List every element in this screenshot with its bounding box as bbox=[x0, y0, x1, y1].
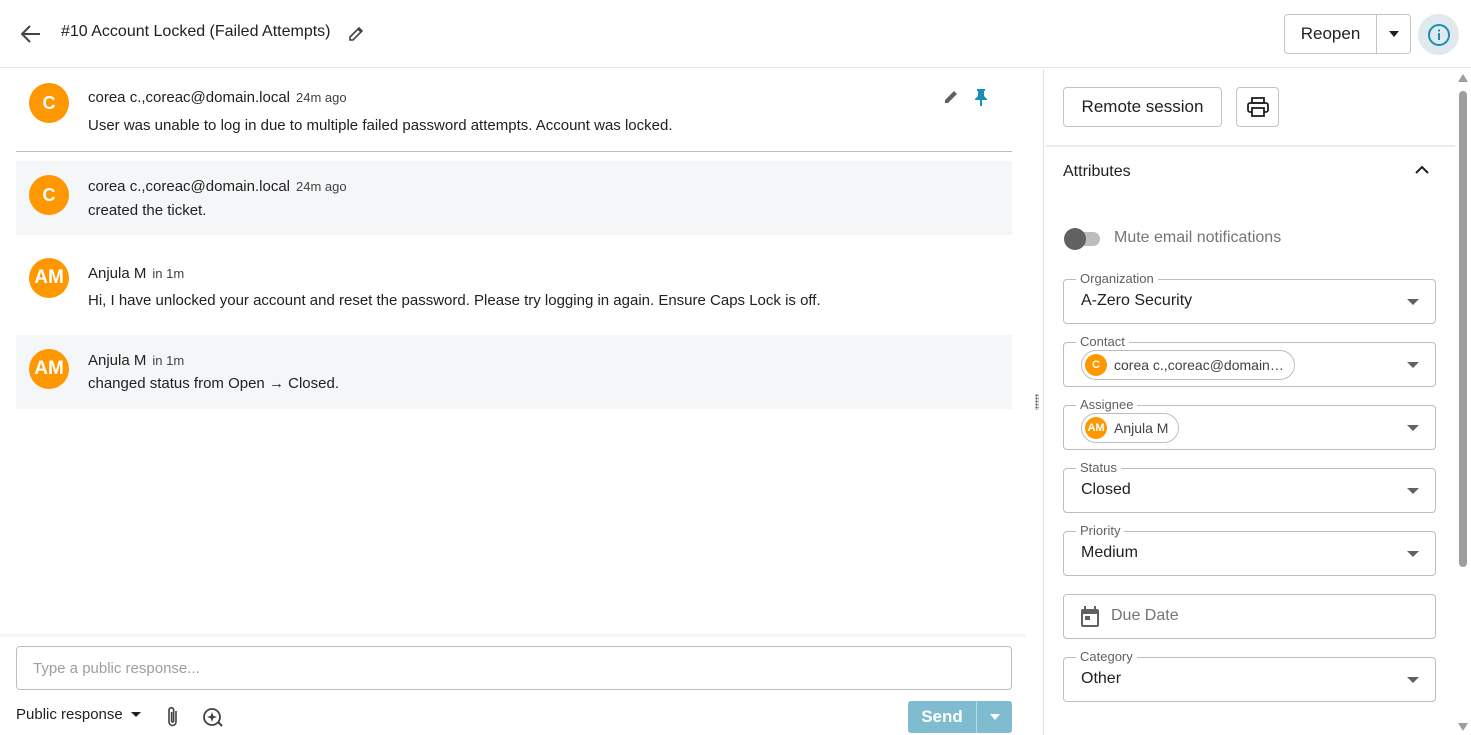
message-time: 24m ago bbox=[296, 90, 347, 105]
toggle-knob bbox=[1064, 228, 1086, 250]
due-date-placeholder: Due Date bbox=[1111, 607, 1179, 624]
author-name: corea c.,coreac@domain.local bbox=[88, 178, 290, 195]
edit-message-pencil-icon[interactable] bbox=[943, 89, 961, 107]
reply-input[interactable] bbox=[16, 646, 1012, 690]
avatar: AM bbox=[29, 349, 69, 389]
print-icon[interactable] bbox=[1236, 87, 1279, 127]
section-divider bbox=[1045, 145, 1455, 147]
scroll-down-arrow-icon[interactable] bbox=[1458, 723, 1468, 731]
mute-email-label: Mute email notifications bbox=[1114, 229, 1282, 246]
calendar-icon bbox=[1080, 606, 1100, 628]
attributes-title: Attributes bbox=[1063, 163, 1131, 180]
message-item: C corea c.,coreac@domain.local 24m ago Us… bbox=[16, 69, 1012, 151]
message-item: AM Anjula M in 1m changed status from Ope… bbox=[16, 335, 1012, 409]
reopen-menu-caret-icon[interactable] bbox=[1377, 15, 1410, 53]
field-label: Contact bbox=[1076, 334, 1129, 350]
status-select[interactable]: Status Closed bbox=[1063, 460, 1436, 513]
message-time: in 1m bbox=[152, 266, 185, 281]
send-button-group: Send bbox=[908, 701, 1012, 733]
author-name: Anjula M bbox=[88, 265, 147, 282]
ai-assist-icon[interactable] bbox=[202, 706, 224, 728]
field-value: A-Zero Security bbox=[1081, 292, 1193, 309]
contact-chip[interactable]: C corea c.,coreac@domain… bbox=[1081, 350, 1295, 380]
avatar: AM bbox=[1085, 417, 1107, 439]
chip-label: corea c.,coreac@domain… bbox=[1114, 357, 1284, 373]
response-type-dropdown[interactable]: Public response bbox=[16, 706, 141, 723]
chevron-down-icon bbox=[130, 712, 141, 717]
status-to: Closed bbox=[288, 375, 335, 392]
assignee-select[interactable]: Assignee AM Anjula M bbox=[1063, 397, 1436, 450]
message-author: Anjula M in 1m bbox=[88, 265, 184, 282]
message-body: User was unable to log in due to multipl… bbox=[88, 117, 673, 134]
avatar: C bbox=[29, 175, 69, 215]
due-date-field[interactable]: Due Date bbox=[1063, 594, 1436, 639]
dropdown-arrow-icon bbox=[1407, 488, 1419, 494]
field-label: Category bbox=[1076, 649, 1137, 665]
conversation-pane: C corea c.,coreac@domain.local 24m ago Us… bbox=[0, 69, 1030, 735]
chevron-up-icon[interactable] bbox=[1415, 162, 1435, 182]
ticket-header: #10 Account Locked (Failed Attempts) Reo… bbox=[0, 0, 1471, 68]
send-menu-caret-icon[interactable] bbox=[977, 701, 1012, 733]
reopen-button-group: Reopen bbox=[1284, 14, 1411, 54]
pane-splitter bbox=[1030, 69, 1044, 735]
contact-select[interactable]: Contact C corea c.,coreac@domain… bbox=[1063, 334, 1436, 387]
category-select[interactable]: Category Other bbox=[1063, 649, 1436, 702]
assignee-chip[interactable]: AM Anjula M bbox=[1081, 413, 1180, 443]
scroll-up-arrow-icon[interactable] bbox=[1458, 74, 1468, 82]
field-label: Organization bbox=[1076, 271, 1158, 287]
message-item: C corea c.,coreac@domain.local 24m ago cr… bbox=[16, 161, 1012, 235]
message-author: Anjula M in 1m bbox=[88, 352, 184, 369]
author-name: Anjula M bbox=[88, 352, 147, 369]
avatar: AM bbox=[29, 258, 69, 298]
status-from: Open bbox=[228, 375, 265, 392]
dropdown-arrow-icon bbox=[1407, 677, 1419, 683]
body-prefix: changed status from bbox=[88, 375, 229, 392]
details-pane: Remote session Attributes Mute email not… bbox=[1045, 69, 1471, 735]
back-arrow-icon[interactable] bbox=[18, 21, 44, 47]
send-button[interactable]: Send bbox=[908, 701, 977, 733]
edit-title-pencil-icon[interactable] bbox=[346, 24, 366, 44]
message-body: created the ticket. bbox=[88, 202, 207, 219]
dropdown-arrow-icon bbox=[1407, 425, 1419, 431]
field-value: Closed bbox=[1081, 481, 1131, 498]
remote-session-button[interactable]: Remote session bbox=[1063, 87, 1222, 127]
field-value: Medium bbox=[1081, 544, 1138, 561]
message-body: changed status from Open → Closed. bbox=[88, 375, 339, 392]
avatar: C bbox=[1085, 354, 1107, 376]
message-divider bbox=[16, 151, 1012, 152]
response-type-label: Public response bbox=[16, 706, 123, 723]
field-value: Other bbox=[1081, 670, 1122, 687]
message-time: 24m ago bbox=[296, 179, 347, 194]
scrollbar-thumb[interactable] bbox=[1459, 91, 1467, 567]
splitter-grip-handle[interactable] bbox=[1035, 394, 1039, 410]
dropdown-arrow-icon bbox=[1407, 362, 1419, 368]
priority-select[interactable]: Priority Medium bbox=[1063, 523, 1436, 576]
dropdown-arrow-icon bbox=[1407, 551, 1419, 557]
message-item: AM Anjula M in 1m Hi, I have unlocked you… bbox=[16, 249, 1012, 313]
chip-label: Anjula M bbox=[1114, 420, 1169, 436]
field-label: Priority bbox=[1076, 523, 1125, 539]
info-icon[interactable] bbox=[1418, 14, 1459, 55]
reopen-button[interactable]: Reopen bbox=[1285, 15, 1377, 53]
message-body: Hi, I have unlocked your account and res… bbox=[88, 292, 821, 309]
composer-divider bbox=[0, 634, 1026, 638]
author-name: corea c.,coreac@domain.local bbox=[88, 89, 290, 106]
message-time: in 1m bbox=[152, 353, 185, 368]
mute-email-toggle[interactable] bbox=[1064, 228, 1108, 250]
avatar: C bbox=[29, 83, 69, 123]
message-author: corea c.,coreac@domain.local 24m ago bbox=[88, 89, 347, 106]
organization-select[interactable]: Organization A-Zero Security bbox=[1063, 271, 1436, 324]
details-scrollbar[interactable] bbox=[1456, 69, 1471, 735]
body-suffix: . bbox=[334, 375, 339, 392]
ticket-title: #10 Account Locked (Failed Attempts) bbox=[61, 23, 331, 40]
field-label: Assignee bbox=[1076, 397, 1138, 413]
pin-icon[interactable] bbox=[974, 88, 992, 108]
field-label: Status bbox=[1076, 460, 1121, 476]
arrow: → bbox=[264, 375, 289, 392]
message-author: corea c.,coreac@domain.local 24m ago bbox=[88, 178, 347, 195]
attachment-paperclip-icon[interactable] bbox=[163, 706, 183, 728]
dropdown-arrow-icon bbox=[1407, 299, 1419, 305]
